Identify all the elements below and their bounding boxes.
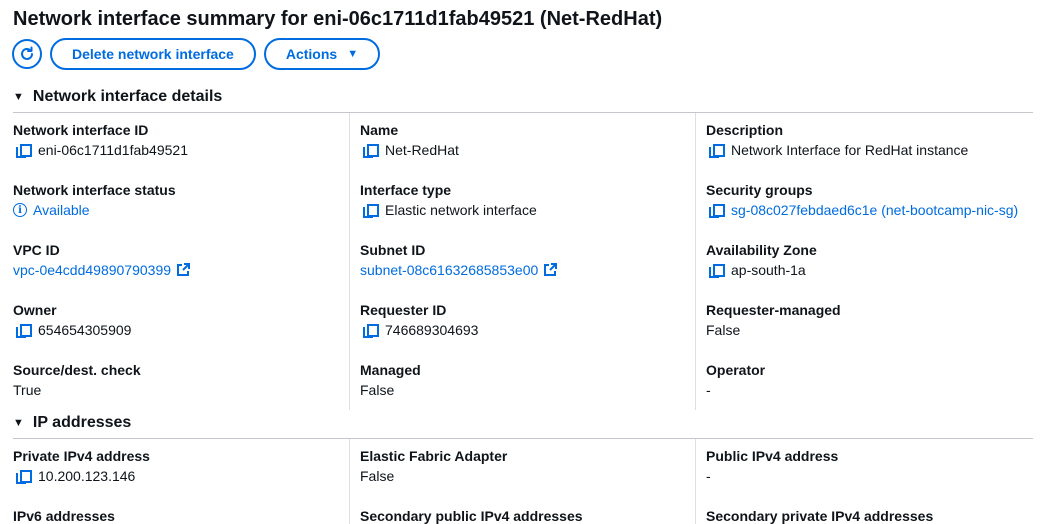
source-dest-value: True	[13, 382, 42, 398]
copy-icon[interactable]	[16, 469, 32, 484]
ipv6-label: IPv6 addresses	[13, 508, 115, 524]
az-label: Availability Zone	[706, 242, 817, 258]
external-link-icon[interactable]	[543, 263, 558, 277]
public-ipv4-value: -	[706, 468, 711, 484]
actions-button-label: Actions	[285, 46, 338, 62]
divider	[13, 438, 1033, 439]
vpc-id-link[interactable]: vpc-0e4cdd49890790399	[13, 262, 171, 278]
status-text: Available	[33, 202, 90, 218]
toolbar: Delete network interface Actions ▼	[12, 38, 381, 70]
column-divider	[695, 439, 696, 524]
copy-icon[interactable]	[363, 323, 379, 338]
description-label: Description	[706, 122, 784, 138]
secondary-private-label: Secondary private IPv4 addresses	[706, 508, 934, 524]
status-value: i Available	[13, 202, 90, 218]
owner-value: 654654305909	[16, 322, 131, 338]
ip-section-title: IP addresses	[32, 414, 132, 431]
copy-icon[interactable]	[16, 143, 32, 158]
copy-icon[interactable]	[16, 323, 32, 338]
copy-icon[interactable]	[363, 203, 379, 218]
managed-label: Managed	[360, 362, 421, 378]
details-section-toggle[interactable]: ▼ Network interface details	[13, 88, 222, 106]
private-ipv4-label: Private IPv4 address	[13, 448, 150, 464]
copy-icon[interactable]	[709, 143, 725, 158]
subnet-id-label: Subnet ID	[360, 242, 426, 258]
caret-down-icon: ▼	[347, 48, 359, 60]
efa-value: False	[360, 468, 395, 484]
source-dest-label: Source/dest. check	[13, 362, 141, 378]
name-label: Name	[360, 122, 399, 138]
column-divider	[349, 113, 350, 410]
copy-icon[interactable]	[363, 143, 379, 158]
delete-network-interface-button[interactable]: Delete network interface	[50, 38, 256, 70]
owner-text: 654654305909	[38, 322, 132, 338]
operator-label: Operator	[706, 362, 766, 378]
az-text: ap-south-1a	[731, 262, 806, 278]
eni-id-label: Network interface ID	[13, 122, 149, 138]
description-text: Network Interface for RedHat instance	[731, 142, 969, 158]
copy-icon[interactable]	[709, 203, 725, 218]
security-group-link[interactable]: sg-08c027febdaed6c1e (net-bootcamp-nic-s…	[731, 202, 1018, 218]
requester-id-text: 746689304693	[385, 322, 479, 338]
caret-down-icon: ▼	[13, 417, 24, 429]
name-value: Net-RedHat	[363, 142, 459, 158]
subnet-id-link[interactable]: subnet-08c61632685853e00	[360, 262, 538, 278]
eni-id-value: eni-06c1711d1fab49521	[16, 142, 188, 158]
subnet-id-value: subnet-08c61632685853e00	[360, 262, 558, 278]
private-ipv4-value: 10.200.123.146	[16, 468, 135, 484]
refresh-icon	[21, 46, 33, 60]
private-ipv4-text: 10.200.123.146	[38, 468, 136, 484]
vpc-id-label: VPC ID	[13, 242, 60, 258]
interface-type-value: Elastic network interface	[363, 202, 537, 218]
security-groups-value: sg-08c027febdaed6c1e (net-bootcamp-nic-s…	[709, 202, 1018, 218]
vpc-id-value: vpc-0e4cdd49890790399	[13, 262, 191, 278]
page-title: Network interface summary for eni-06c171…	[13, 8, 663, 30]
actions-dropdown-button[interactable]: Actions ▼	[263, 38, 381, 70]
column-divider	[349, 439, 350, 524]
details-section-title: Network interface details	[32, 88, 223, 105]
copy-icon[interactable]	[709, 263, 725, 278]
managed-value: False	[360, 382, 395, 398]
secondary-public-label: Secondary public IPv4 addresses	[360, 508, 583, 524]
name-text: Net-RedHat	[385, 142, 459, 158]
requester-id-label: Requester ID	[360, 302, 447, 318]
caret-down-icon: ▼	[13, 91, 24, 103]
eni-id-text: eni-06c1711d1fab49521	[38, 142, 188, 158]
security-groups-label: Security groups	[706, 182, 813, 198]
status-label: Network interface status	[13, 182, 176, 198]
column-divider	[695, 113, 696, 410]
requester-managed-label: Requester-managed	[706, 302, 841, 318]
delete-button-label: Delete network interface	[72, 46, 234, 62]
divider	[13, 112, 1033, 113]
public-ipv4-label: Public IPv4 address	[706, 448, 839, 464]
refresh-button[interactable]	[12, 39, 42, 69]
az-value: ap-south-1a	[709, 262, 806, 278]
requester-managed-value: False	[706, 322, 741, 338]
requester-id-value: 746689304693	[363, 322, 478, 338]
info-icon: i	[13, 203, 27, 217]
description-value: Network Interface for RedHat instance	[709, 142, 968, 158]
ip-section-toggle[interactable]: ▼ IP addresses	[13, 414, 131, 432]
external-link-icon[interactable]	[176, 263, 191, 277]
operator-value: -	[706, 382, 711, 398]
interface-type-text: Elastic network interface	[385, 202, 537, 218]
interface-type-label: Interface type	[360, 182, 452, 198]
efa-label: Elastic Fabric Adapter	[360, 448, 508, 464]
owner-label: Owner	[13, 302, 57, 318]
